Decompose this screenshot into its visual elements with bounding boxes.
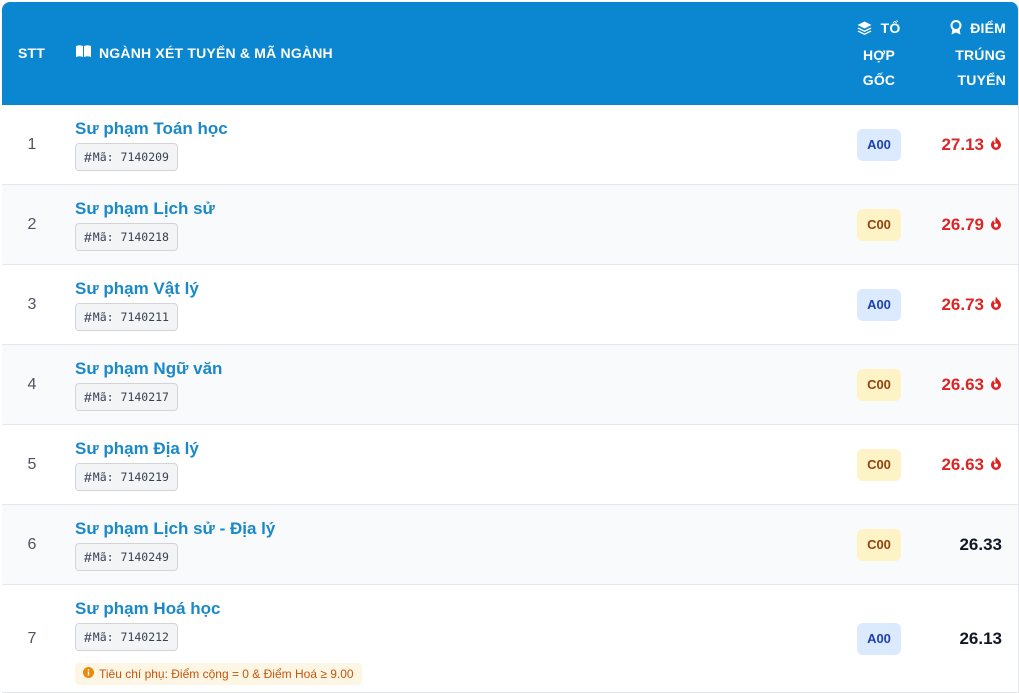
fire-icon — [990, 215, 1002, 235]
score-number: 26.73 — [941, 294, 984, 314]
major-code-badge: # Mã: 7140249 — [75, 543, 178, 571]
header-score-line-3: TUYỂN — [957, 72, 1006, 88]
award-icon — [950, 18, 962, 43]
major-name-link[interactable]: Sư phạm Lịch sử - Địa lý — [75, 519, 275, 539]
score-value: 26.13 — [959, 629, 1002, 649]
header-combo-line-3: GỐC — [862, 72, 896, 88]
row-stt: 5 — [27, 455, 37, 473]
code-value: 7140217 — [120, 390, 169, 404]
hash-icon: # — [84, 629, 92, 645]
row-stt: 7 — [27, 629, 37, 647]
header-name: NGÀNH XÉT TUYỂN & MÃ NGÀNH — [75, 41, 333, 66]
table-body: 1 Sư phạm Toán học # Mã: 7140209 A00 27.13 2 Sư… — [2, 105, 1018, 693]
major-name-link[interactable]: Sư phạm Toán học — [75, 119, 228, 139]
combo-badge: C00 — [857, 528, 901, 561]
header-score-line-1: ĐIỂM — [970, 20, 1006, 36]
hash-icon: # — [84, 229, 92, 245]
table-row: 1 Sư phạm Toán học # Mã: 7140209 A00 27.13 — [2, 105, 1018, 185]
code-label: Mã: — [92, 390, 114, 404]
row-stt: 1 — [27, 135, 37, 153]
major-name-link[interactable]: Sư phạm Ngữ văn — [75, 359, 222, 379]
code-label: Mã: — [92, 470, 114, 484]
hash-icon: # — [84, 389, 92, 405]
row-stt: 6 — [27, 535, 37, 553]
score-number: 26.13 — [959, 628, 1002, 648]
header-combo: TỔ HỢP GỐC — [844, 16, 914, 93]
major-name-link[interactable]: Sư phạm Lịch sử — [75, 199, 215, 219]
major-code-badge: # Mã: 7140218 — [75, 223, 178, 251]
code-value: 7140219 — [120, 470, 169, 484]
major-code-badge: # Mã: 7140219 — [75, 463, 178, 491]
row-stt: 2 — [27, 215, 37, 233]
layers-icon — [857, 18, 872, 43]
hash-icon: # — [84, 469, 92, 485]
score-value: 27.13 — [941, 135, 1002, 155]
score-number: 27.13 — [941, 134, 984, 154]
major-code-badge: # Mã: 7140217 — [75, 383, 178, 411]
score-value: 26.63 — [941, 455, 1002, 475]
hash-icon: # — [84, 149, 92, 165]
major-name-link[interactable]: Sư phạm Vật lý — [75, 279, 199, 299]
table-row: 4 Sư phạm Ngữ văn # Mã: 7140217 C00 26.63 — [2, 345, 1018, 425]
code-value: 7140209 — [120, 150, 169, 164]
score-number: 26.79 — [941, 214, 984, 234]
header-score: ĐIỂM TRÚNG TUYỂN — [928, 16, 1006, 93]
code-value: 7140212 — [120, 630, 169, 644]
code-label: Mã: — [92, 150, 114, 164]
combo-badge: C00 — [857, 448, 901, 481]
combo-badge: A00 — [857, 288, 901, 321]
major-code-badge: # Mã: 7140211 — [75, 303, 178, 331]
score-value: 26.33 — [959, 535, 1002, 555]
score-value: 26.63 — [941, 375, 1002, 395]
score-value: 26.79 — [941, 215, 1002, 235]
header-combo-line-2: HỢP — [863, 47, 895, 63]
info-icon — [83, 667, 94, 681]
table-row: 3 Sư phạm Vật lý # Mã: 7140211 A00 26.73 — [2, 265, 1018, 345]
fire-icon — [990, 455, 1002, 475]
major-name-link[interactable]: Sư phạm Địa lý — [75, 439, 199, 459]
major-code-badge: # Mã: 7140212 — [75, 623, 178, 651]
code-label: Mã: — [92, 310, 114, 324]
fire-icon — [990, 135, 1002, 155]
code-label: Mã: — [92, 230, 114, 244]
combo-badge: C00 — [857, 208, 901, 241]
table-row: 6 Sư phạm Lịch sử - Địa lý # Mã: 7140249 C00… — [2, 505, 1018, 585]
note-text: Tiêu chí phụ: Điểm cộng = 0 & Điểm Hoá ≥… — [99, 667, 354, 681]
score-number: 26.63 — [941, 374, 984, 394]
table-row: 5 Sư phạm Địa lý # Mã: 7140219 C00 26.63 — [2, 425, 1018, 505]
header-name-label: NGÀNH XÉT TUYỂN & MÃ NGÀNH — [99, 45, 333, 61]
header-score-line-2: TRÚNG — [955, 47, 1006, 63]
row-stt: 3 — [27, 295, 37, 313]
fire-icon — [990, 375, 1002, 395]
combo-badge: C00 — [857, 368, 901, 401]
fire-icon — [990, 295, 1002, 315]
code-label: Mã: — [92, 550, 114, 564]
header-stt: STT — [18, 45, 46, 61]
code-label: Mã: — [92, 630, 114, 644]
table-header: STT NGÀNH XÉT TUYỂN & MÃ NGÀNH TỔ HỢP GỐ… — [2, 2, 1018, 105]
code-value: 7140211 — [120, 310, 169, 324]
hash-icon: # — [84, 549, 92, 565]
major-code-badge: # Mã: 7140209 — [75, 143, 178, 171]
table-row: 7 Sư phạm Hoá học # Mã: 7140212 Tiêu chí phụ… — [2, 585, 1018, 693]
score-number: 26.63 — [941, 454, 984, 474]
tiebreak-note: Tiêu chí phụ: Điểm cộng = 0 & Điểm Hoá ≥… — [75, 663, 362, 685]
header-combo-line-1: TỔ — [880, 20, 901, 36]
combo-badge: A00 — [857, 622, 901, 655]
score-value: 26.73 — [941, 295, 1002, 315]
row-stt: 4 — [27, 375, 37, 393]
admission-table: STT NGÀNH XÉT TUYỂN & MÃ NGÀNH TỔ HỢP GỐ… — [2, 2, 1019, 693]
score-number: 26.33 — [959, 534, 1002, 554]
book-icon — [75, 41, 92, 66]
hash-icon: # — [84, 309, 92, 325]
code-value: 7140249 — [120, 550, 169, 564]
combo-badge: A00 — [857, 128, 901, 161]
code-value: 7140218 — [120, 230, 169, 244]
major-name-link[interactable]: Sư phạm Hoá học — [75, 599, 221, 619]
table-row: 2 Sư phạm Lịch sử # Mã: 7140218 C00 26.79 — [2, 185, 1018, 265]
